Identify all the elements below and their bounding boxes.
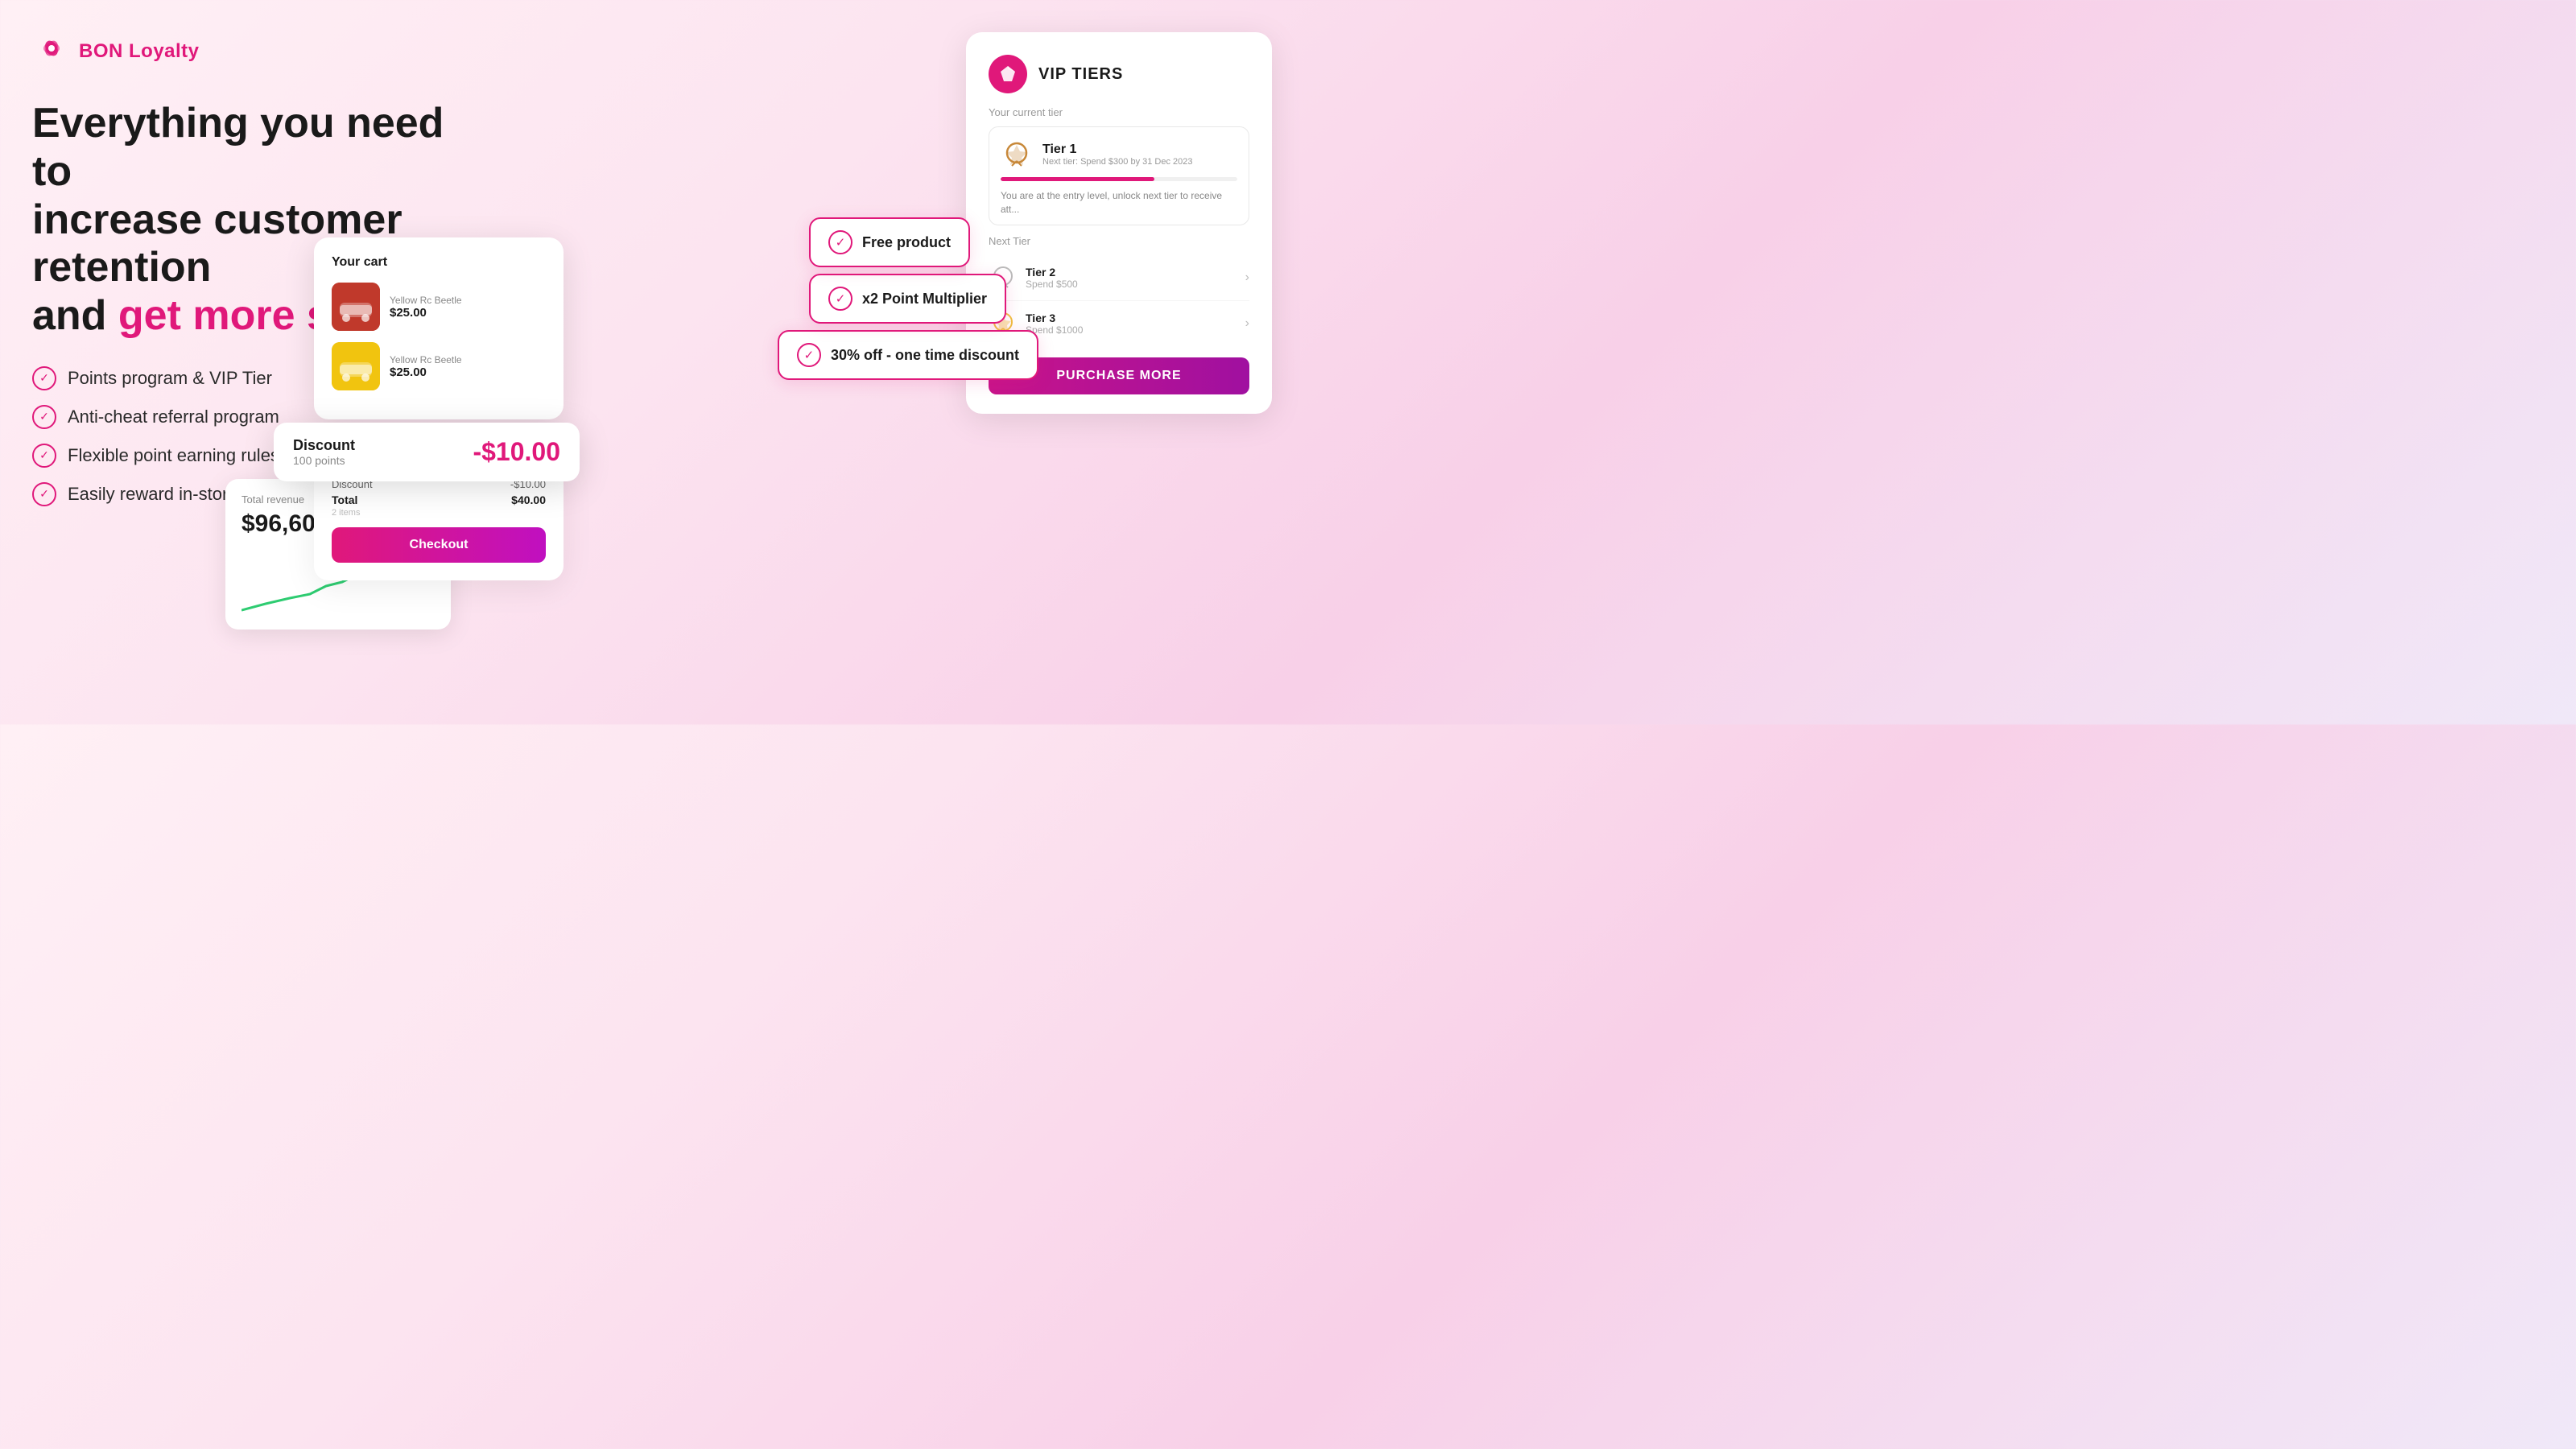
cart-item-1-image	[332, 283, 380, 331]
tier2-name: Tier 2	[1026, 266, 1078, 279]
tier1-header: Tier 1 Next tier: Spend $300 by 31 Dec 2…	[1001, 138, 1237, 171]
cart-item-1: Yellow Rc Beetle $25.00	[332, 283, 546, 331]
brand-name: BON Loyalty	[79, 40, 200, 63]
brand-logo-icon	[32, 32, 71, 71]
x2-multiplier-badge: ✓ x2 Point Multiplier	[809, 274, 1006, 324]
tier2-chevron-icon: ›	[1245, 270, 1249, 285]
headline-line3: and	[32, 292, 118, 339]
checkout-area: Discount -$10.00 Total $40.00 2 items Ch…	[314, 467, 564, 580]
tier3-name: Tier 3	[1026, 312, 1083, 324]
check-icon-4: ✓	[32, 482, 56, 506]
discount-amount: -$10.00	[473, 437, 560, 467]
tier1-box: Tier 1 Next tier: Spend $300 by 31 Dec 2…	[989, 126, 1249, 225]
check-icon-1: ✓	[32, 366, 56, 390]
next-tier-label: Next Tier	[989, 235, 1249, 247]
check-icon-3: ✓	[32, 444, 56, 468]
cart-card: Your cart Yellow Rc Beetle $25.00	[314, 237, 564, 419]
tier2-row[interactable]: Tier 2 Spend $500 ›	[989, 255, 1249, 301]
cart-item-2-info: Yellow Rc Beetle $25.00	[390, 354, 546, 379]
cart-item-1-price: $25.00	[390, 306, 546, 320]
cart-item-2-name: Yellow Rc Beetle	[390, 354, 546, 365]
discount-popup: Discount 100 points -$10.00	[274, 423, 580, 481]
cart-item-2: Yellow Rc Beetle $25.00	[332, 342, 546, 390]
cart-item-1-info: Yellow Rc Beetle $25.00	[390, 295, 546, 320]
headline-line1: Everything you need to	[32, 100, 444, 195]
checkout-button[interactable]: Checkout	[332, 527, 546, 563]
tier2-spend: Spend $500	[1026, 279, 1078, 290]
checkout-items-note: 2 items	[332, 508, 546, 518]
checkout-total-row: Total $40.00	[332, 493, 546, 506]
vip-header: VIP TIERS	[989, 55, 1249, 93]
tier1-badge-icon	[1001, 138, 1033, 171]
check-icon-2: ✓	[32, 405, 56, 429]
feature-label-2: Anti-cheat referral program	[68, 407, 279, 427]
cart-item-2-image	[332, 342, 380, 390]
cart-title: Your cart	[332, 255, 546, 270]
x2-multiplier-label: x2 Point Multiplier	[862, 291, 987, 308]
discount30-badge: ✓ 30% off - one time discount	[778, 330, 1038, 380]
discount30-label: 30% off - one time discount	[831, 347, 1019, 364]
cart-item-2-price: $25.00	[390, 365, 546, 379]
tier1-description: You are at the entry level, unlock next …	[1001, 189, 1237, 217]
tier3-chevron-icon: ›	[1245, 316, 1249, 331]
free-product-label: Free product	[862, 234, 951, 251]
tier1-progress-fill	[1001, 177, 1154, 181]
discount-points: 100 points	[293, 454, 355, 467]
vip-diamond-icon	[989, 55, 1027, 93]
free-product-check-icon: ✓	[828, 230, 852, 254]
cart-item-1-name: Yellow Rc Beetle	[390, 295, 546, 306]
checkout-total-label: Total	[332, 493, 357, 506]
vip-title: VIP TIERS	[1038, 65, 1123, 84]
logo-area: BON Loyalty	[32, 32, 483, 71]
x2-check-icon: ✓	[828, 287, 852, 311]
discount30-check-icon: ✓	[797, 343, 821, 367]
discount-label: Discount	[293, 437, 355, 454]
discount-popup-left: Discount 100 points	[293, 437, 355, 467]
feature-label-1: Points program & VIP Tier	[68, 368, 272, 389]
checkout-total-value: $40.00	[511, 493, 546, 506]
tier1-name: Tier 1	[1042, 142, 1193, 157]
free-product-badge: ✓ Free product	[809, 217, 970, 267]
tier1-subtitle: Next tier: Spend $300 by 31 Dec 2023	[1042, 157, 1193, 167]
current-tier-label: Your current tier	[989, 106, 1249, 118]
tier1-progress-bar	[1001, 177, 1237, 181]
feature-label-3: Flexible point earning rules	[68, 445, 279, 466]
